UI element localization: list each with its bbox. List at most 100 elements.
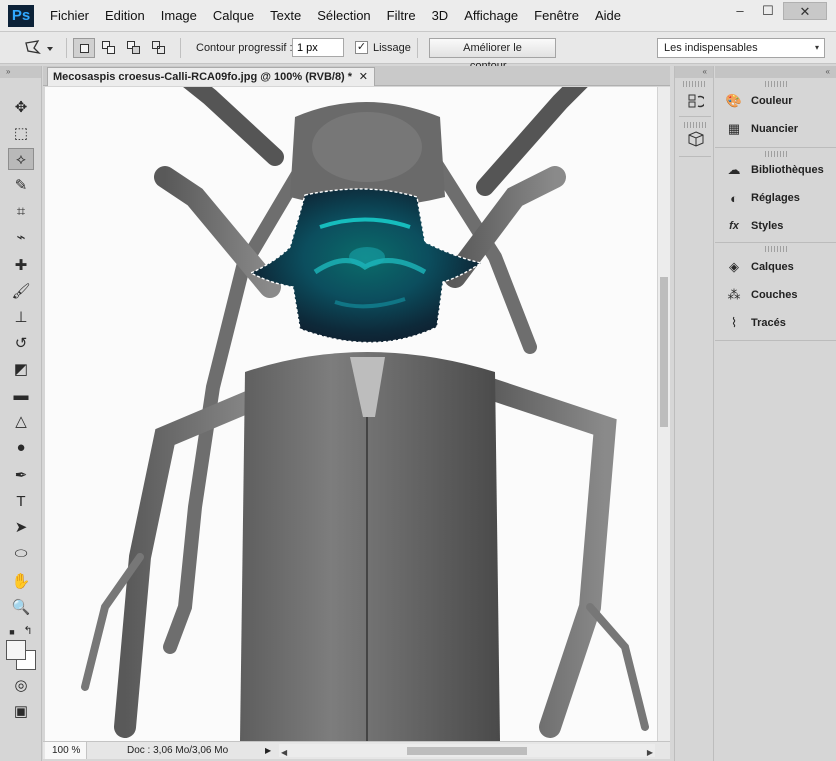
panel-calques[interactable]: ◈ Calques (725, 256, 833, 278)
status-bar: 100 % Doc : 3,06 Mo/3,06 Mo ▶ ◀ ▶ (43, 741, 670, 759)
clone-stamp-tool-icon[interactable]: ⊥ (8, 306, 34, 328)
panel-reglages[interactable]: ◐ Réglages (725, 187, 833, 209)
menu-selection[interactable]: Sélection (309, 0, 378, 32)
foreground-color-swatch[interactable] (6, 640, 26, 660)
intersect-selection-button[interactable] (148, 38, 170, 58)
paths-icon: ⌇ (730, 315, 738, 330)
close-tab-icon[interactable]: ✕ (359, 68, 368, 86)
eraser-tool-icon[interactable]: ◩ (8, 358, 34, 380)
menu-calque[interactable]: Calque (205, 0, 262, 32)
path-selection-tool-icon[interactable]: ➤ (8, 516, 34, 538)
menu-image[interactable]: Image (153, 0, 205, 32)
maximize-button[interactable]: ☐ (755, 2, 781, 20)
panel-couleur[interactable]: 🎨 Couleur (725, 90, 833, 112)
move-tool-icon[interactable]: ✥ (8, 96, 34, 118)
pen-tool-icon[interactable]: ✒ (8, 464, 34, 486)
swap-colors-icon[interactable]: ↰ (22, 619, 34, 641)
refine-edge-button[interactable]: Améliorer le contour... (429, 38, 556, 72)
adjustments-icon: ◐ (730, 190, 738, 206)
divider (180, 38, 181, 58)
scroll-right-icon[interactable]: ▶ (647, 744, 653, 761)
close-window-button[interactable]: ✕ (783, 2, 827, 20)
healing-brush-tool-icon[interactable]: ✚ (8, 254, 34, 276)
ellipse-tool-icon[interactable]: ⬭ (8, 542, 34, 564)
divider (417, 38, 418, 58)
divider (679, 156, 711, 157)
workspace-select[interactable]: Les indispensables ▾ (657, 38, 825, 58)
collapsed-panel-strip: « (674, 66, 714, 761)
vertical-scrollbar[interactable] (657, 87, 670, 741)
marquee-tool-icon[interactable]: ⬚ (8, 122, 34, 144)
panel-label: Couches (751, 289, 798, 301)
dodge-tool-icon[interactable]: ● (8, 436, 34, 458)
tools-collapse-handle[interactable]: » (0, 66, 41, 78)
quick-selection-tool-icon[interactable]: ✎ (8, 174, 34, 196)
grip-handle[interactable] (764, 246, 787, 252)
horizontal-scroll-thumb[interactable] (407, 747, 527, 755)
status-menu-arrow-icon[interactable]: ▶ (265, 742, 271, 759)
type-tool-icon[interactable]: T (8, 490, 34, 512)
subtract-selection-icon (127, 41, 141, 55)
crop-tool-icon[interactable]: ⌗ (8, 200, 34, 222)
horizontal-scrollbar[interactable]: ◀ ▶ (279, 744, 655, 757)
grip-handle[interactable] (764, 151, 787, 157)
blur-tool-icon[interactable]: △ (8, 410, 34, 432)
menu-filtre[interactable]: Filtre (379, 0, 424, 32)
panel-nuancier[interactable]: ▦ Nuancier (725, 118, 833, 140)
color-swatches[interactable] (6, 640, 36, 670)
document-tab[interactable]: Mecosaspis croesus-Calli-RCA09fo.jpg @ 1… (47, 67, 375, 86)
new-selection-button[interactable] (73, 38, 95, 58)
panel-dock: « 🎨 Couleur ▦ Nuancier ☁ Bibliothèques ◐… (715, 66, 836, 761)
divider (66, 38, 67, 58)
subtract-from-selection-button[interactable] (123, 38, 145, 58)
intersect-selection-icon (152, 41, 166, 55)
hand-tool-icon[interactable]: ✋ (8, 570, 34, 592)
polygonal-lasso-preset-icon (25, 40, 53, 55)
menu-affichage[interactable]: Affichage (456, 0, 526, 32)
eyedropper-tool-icon[interactable]: ⌁ (8, 226, 34, 248)
menu-3d[interactable]: 3D (424, 0, 457, 32)
menu-items: Fichier Edition Image Calque Texte Sélec… (42, 0, 629, 32)
menu-aide[interactable]: Aide (587, 0, 629, 32)
panel-label: Tracés (751, 317, 786, 329)
panel-bibliotheques[interactable]: ☁ Bibliothèques (725, 159, 833, 181)
antialias-checkbox[interactable]: ✓ (355, 41, 368, 54)
menu-fichier[interactable]: Fichier (42, 0, 97, 32)
menu-texte[interactable]: Texte (262, 0, 309, 32)
dock-collapse-handle[interactable]: « (675, 66, 713, 78)
panel-dock-collapse-handle[interactable]: « (715, 66, 836, 78)
quick-mask-icon[interactable]: ◎ (8, 674, 34, 696)
feather-input[interactable] (292, 38, 344, 57)
tool-preset-picker[interactable] (22, 38, 62, 58)
history-icon[interactable] (685, 90, 707, 112)
panel-group-libraries: ☁ Bibliothèques ◐ Réglages fx Styles (715, 148, 836, 243)
photoshop-logo: Ps (8, 5, 34, 27)
menu-edition[interactable]: Edition (97, 0, 153, 32)
minimize-button[interactable]: – (727, 2, 753, 20)
zoom-level-field[interactable]: 100 % (45, 742, 87, 759)
beetle-image (45, 87, 657, 741)
document-info: Doc : 3,06 Mo/3,06 Mo (127, 745, 229, 756)
document-tab-bar: Mecosaspis croesus-Calli-RCA09fo.jpg @ 1… (43, 66, 670, 86)
grip-handle[interactable] (764, 81, 787, 87)
history-brush-tool-icon[interactable]: ↺ (8, 332, 34, 354)
panel-traces[interactable]: ⌇ Tracés (725, 312, 833, 334)
panel-styles[interactable]: fx Styles (725, 215, 833, 237)
palette-icon: 🎨 (725, 93, 743, 108)
panel-couches[interactable]: ⁂ Couches (725, 284, 833, 306)
zoom-tool-icon[interactable]: 🔍 (8, 596, 34, 618)
scroll-left-icon[interactable]: ◀ (281, 744, 287, 761)
document-canvas[interactable] (45, 87, 657, 741)
document-tab-title: Mecosaspis croesus-Calli-RCA09fo.jpg @ 1… (53, 71, 353, 83)
brush-tool-icon[interactable]: 🖌 (8, 280, 34, 302)
grip-handle[interactable] (683, 81, 705, 87)
add-to-selection-button[interactable] (98, 38, 120, 58)
chevron-down-icon: ▾ (814, 43, 819, 52)
gradient-tool-icon[interactable]: ▬ (8, 384, 34, 406)
menu-fenetre[interactable]: Fenêtre (526, 0, 587, 32)
vertical-scroll-thumb[interactable] (660, 277, 668, 427)
3d-panel-icon[interactable] (685, 128, 707, 150)
layers-icon: ◈ (729, 259, 739, 274)
screen-mode-icon[interactable]: ▣ (8, 700, 34, 722)
polygonal-lasso-tool-icon[interactable]: ⟡ (8, 148, 34, 170)
